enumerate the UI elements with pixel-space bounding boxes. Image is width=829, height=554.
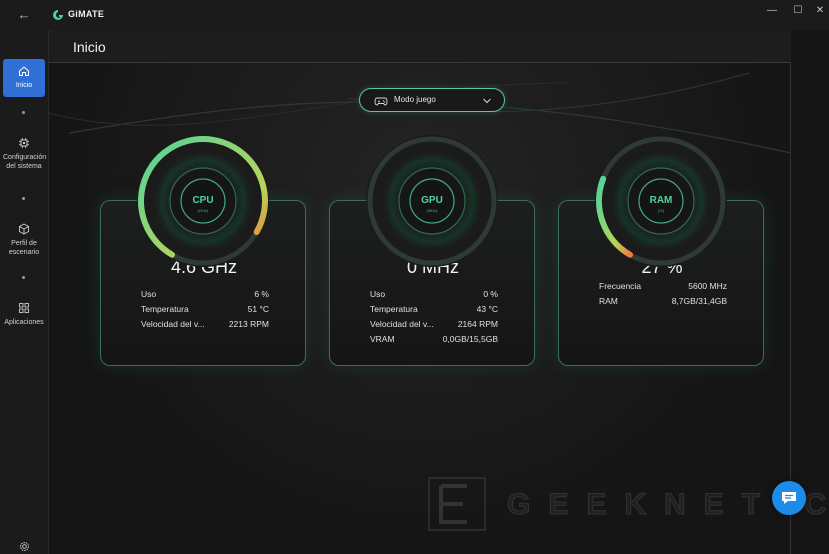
- row-label: Uso: [370, 289, 386, 299]
- watermark-logo-icon: [428, 477, 486, 531]
- row-value: 6 %: [254, 289, 269, 299]
- sidebar-item-aplicaciones[interactable]: Aplicaciones: [3, 302, 45, 327]
- app-name: GiMATE: [68, 9, 105, 19]
- page-title: Inicio: [73, 39, 106, 55]
- right-rail: [790, 30, 829, 554]
- chat-button[interactable]: [772, 481, 806, 515]
- sidebar-item-label: Configuración del sistema: [3, 154, 47, 170]
- row-value: 2164 RPM: [457, 319, 498, 329]
- row-value: 0 %: [483, 289, 498, 299]
- gpu-gauge-unit: (MHz): [426, 208, 438, 213]
- row-value: 2213 RPM: [228, 319, 269, 329]
- cpu-row-temperatura: Temperatura 51 °C: [141, 304, 269, 317]
- row-label: Temperatura: [141, 304, 189, 314]
- maximize-button[interactable]: ☐: [786, 4, 810, 18]
- gamepad-icon: [374, 97, 388, 106]
- sidebar-item-configuracion[interactable]: Configuración del sistema: [3, 137, 47, 171]
- sidebar-item-label: Inicio: [15, 82, 33, 89]
- page-header: Inicio: [49, 30, 791, 63]
- chip-icon: [19, 138, 29, 148]
- app-window: ← GiMATE — ☐ ✕ Inicio Configuración del …: [0, 0, 829, 554]
- back-button[interactable]: ←: [14, 6, 34, 24]
- gpu-row-ventilador: Velocidad del v... 2164 RPM: [370, 319, 498, 332]
- chevron-down-icon: [483, 98, 491, 104]
- grid-icon: [19, 303, 29, 313]
- sidebar-item-inicio[interactable]: Inicio: [3, 59, 45, 97]
- cpu-row-uso: Uso 6 %: [141, 289, 269, 302]
- row-label: RAM: [599, 296, 618, 306]
- app-logo-icon: [53, 10, 63, 20]
- gpu-row-uso: Uso 0 %: [370, 289, 498, 302]
- ram-gauge-unit: (%): [657, 208, 665, 213]
- sidebar: Inicio Configuración del sistema Perfil …: [0, 30, 48, 554]
- cpu-gauge-label: CPU: [192, 195, 214, 206]
- home-icon: [19, 66, 29, 76]
- nav-separator-dot: [22, 111, 25, 114]
- cpu-gauge-unit: (GHz): [197, 208, 209, 213]
- row-label: Uso: [141, 289, 157, 299]
- row-value: 43 °C: [476, 304, 498, 314]
- title-bar: ← GiMATE — ☐ ✕: [0, 0, 829, 30]
- ram-gauge-label: RAM: [649, 195, 673, 206]
- row-label: VRAM: [370, 334, 395, 344]
- sidebar-item-label: Perfil de escenario: [8, 240, 40, 256]
- cpu-row-ventilador: Velocidad del v... 2213 RPM: [141, 319, 269, 332]
- close-button[interactable]: ✕: [808, 4, 829, 18]
- row-label: Temperatura: [370, 304, 418, 314]
- gpu-row-temperatura: Temperatura 43 °C: [370, 304, 498, 317]
- row-label: Velocidad del v...: [141, 319, 205, 329]
- chat-icon: [782, 492, 796, 504]
- ram-row-memoria: RAM 8,7GB/31,4GB: [599, 296, 727, 309]
- row-value: 0,0GB/15,5GB: [442, 334, 498, 344]
- row-value: 5600 MHz: [688, 281, 727, 291]
- row-label: Frecuencia: [599, 281, 642, 291]
- ram-row-frecuencia: Frecuencia 5600 MHz: [599, 281, 727, 294]
- nav-separator-dot: [22, 197, 25, 200]
- main-content: Inicio Modo juego 4.6 GHz Uso 6 % Temper…: [48, 30, 827, 554]
- mode-dropdown-label: Modo juego: [394, 95, 436, 104]
- row-value: 51 °C: [247, 304, 269, 314]
- row-label: Velocidad del v...: [370, 319, 434, 329]
- row-value: 8,7GB/31,4GB: [671, 296, 727, 306]
- nav-separator-dot: [22, 276, 25, 279]
- sidebar-item-perfil[interactable]: Perfil de escenario: [3, 223, 45, 257]
- gpu-row-vram: VRAM 0,0GB/15,5GB: [370, 334, 498, 347]
- gear-icon[interactable]: [19, 541, 30, 552]
- gpu-gauge-label: GPU: [421, 195, 443, 206]
- mode-dropdown[interactable]: Modo juego: [359, 88, 505, 112]
- cube-icon: [19, 223, 29, 235]
- minimize-button[interactable]: —: [760, 4, 784, 18]
- sidebar-item-label: Aplicaciones: [4, 319, 44, 326]
- watermark: GEEKNETIC: [427, 476, 827, 532]
